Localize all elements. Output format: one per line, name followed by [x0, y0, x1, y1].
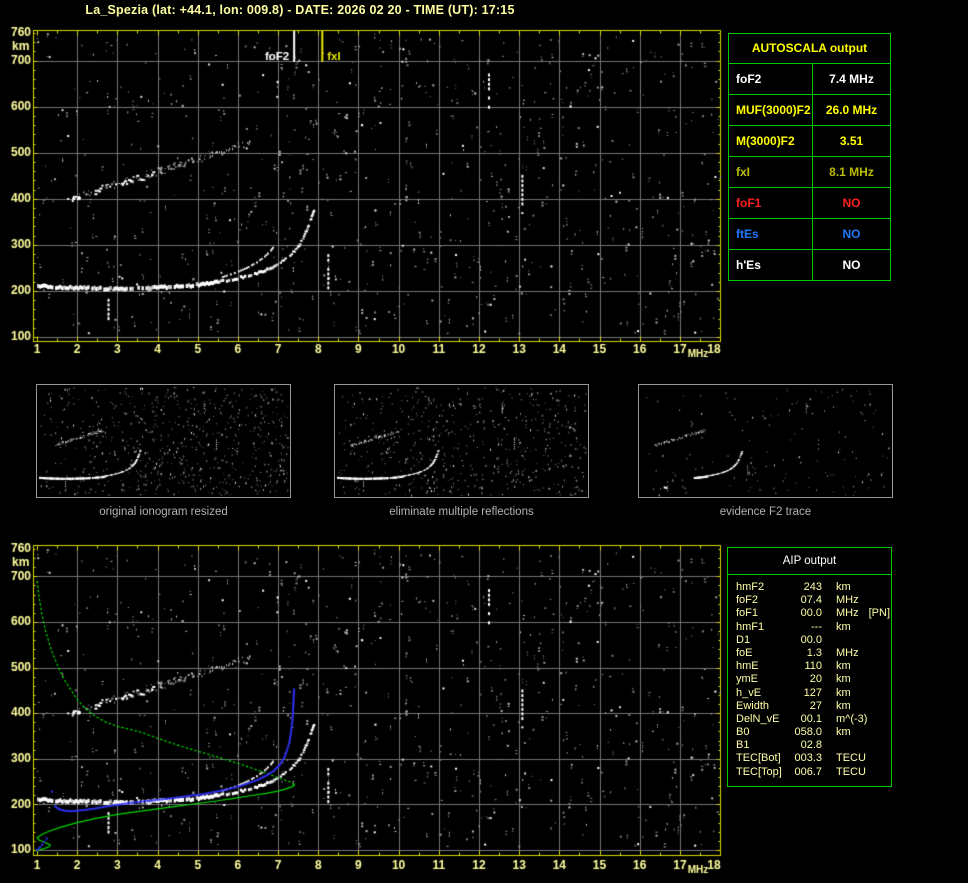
fof1-value: NO — [842, 196, 861, 210]
m3000-label: M(3000)F2 — [729, 126, 813, 156]
thumbnail-eliminate-canvas — [335, 385, 588, 497]
aip-row-tectop: TEC[Top] 006.7 TECU — [736, 765, 866, 778]
fof2-label: foF2 — [729, 64, 813, 94]
muf-label: MUF(3000)F2 — [729, 95, 813, 125]
table-row-ftes: ftEs NO — [729, 219, 890, 250]
autoscala-output-table: AUTOSCALA output foF2 7.4 MHz MUF(3000)F… — [728, 33, 891, 281]
fxi-value: 8.1 MHz — [829, 165, 874, 179]
thumbnail-original-canvas — [37, 385, 290, 497]
aip-row-tecbot: TEC[Bot] 003.3 TECU — [736, 752, 866, 765]
thumbnail-caption-eliminate: eliminate multiple reflections — [389, 506, 534, 518]
autoscala-table-header: AUTOSCALA output — [729, 34, 890, 64]
aip-row-ewidth: Ewidth 27 km — [736, 699, 851, 712]
aip-row-delnve: DelN_vE 00.1 m^(-3) — [736, 712, 868, 725]
page-title: La_Spezia (lat: +44.1, lon: 009.8) - DAT… — [85, 3, 515, 17]
fof1-label: foF1 — [729, 188, 813, 218]
aip-table-header: AIP output — [728, 548, 891, 575]
aip-row-fof1: foF1 00.0 MHz [PN] — [736, 607, 891, 620]
ftes-label: ftEs — [729, 219, 813, 249]
aip-rows: hmF2 243 km foF2 07.4 MHz foF1 00.0 MHz [PN] hm… — [728, 575, 891, 786]
thumbnail-evidence-f2 — [638, 384, 893, 498]
ftes-value: NO — [842, 227, 861, 241]
aip-row-hme: hmE 110 km — [736, 660, 851, 673]
m3000-value: 3.51 — [839, 134, 864, 148]
aip-row-hmf1: hmF1 --- km — [736, 620, 851, 633]
aip-row-foe: foE 1.3 MHz — [736, 646, 859, 659]
aip-row-b1: B1 02.8 — [736, 739, 822, 752]
thumbnail-caption-evidence: evidence F2 trace — [719, 506, 812, 518]
bottom-ionogram-profile-plot — [0, 537, 730, 883]
hes-label: h'Es — [729, 250, 813, 280]
aip-row-hve: h_vE 127 km — [736, 686, 851, 699]
table-row-fxi: fxI 8.1 MHz — [729, 157, 890, 188]
top-ionogram-plot — [0, 20, 730, 370]
muf-value: 26.0 MHz — [825, 103, 878, 117]
fxi-label: fxI — [729, 157, 813, 187]
table-row-m3000: M(3000)F2 3.51 — [729, 126, 890, 157]
aip-row-fof2: foF2 07.4 MHz — [736, 594, 859, 607]
table-row-fof2: foF2 7.4 MHz — [729, 64, 890, 95]
table-row-hes: h'Es NO — [729, 250, 890, 280]
aip-row-hmf2: hmF2 243 km — [736, 581, 851, 593]
table-row-muf: MUF(3000)F2 26.0 MHz — [729, 95, 890, 126]
thumbnail-eliminate-reflections — [334, 384, 589, 498]
aip-row-yme: ymE 20 km — [736, 673, 851, 686]
thumbnail-evidence-canvas — [639, 385, 892, 497]
thumbnail-caption-original: original ionogram resized — [99, 506, 228, 518]
hes-value: NO — [842, 258, 861, 272]
aip-row-d1: D1 00.0 — [736, 633, 822, 646]
aip-row-b0: B0 058.0 km — [736, 726, 851, 739]
thumbnail-original-ionogram — [36, 384, 291, 498]
table-row-fof1: foF1 NO — [729, 188, 890, 219]
aip-output-table: AIP output hmF2 243 km foF2 07.4 MHz foF1 00.… — [727, 547, 892, 787]
fof2-value: 7.4 MHz — [829, 72, 874, 86]
